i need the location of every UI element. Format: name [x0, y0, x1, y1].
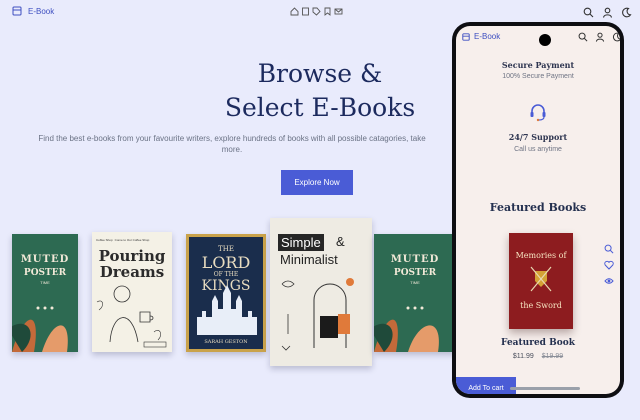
support-title: 24/7 Support — [508, 132, 568, 142]
cover-title-line2: the Sword — [520, 301, 562, 310]
tag-icon[interactable] — [312, 7, 321, 16]
secure-payment-title: Secure Payment — [501, 60, 575, 70]
moon-icon[interactable] — [612, 32, 620, 42]
leaf-illustration — [12, 306, 68, 352]
explore-now-button[interactable]: Explore Now — [281, 170, 353, 195]
book-icon[interactable] — [301, 7, 310, 16]
mobile-header-actions — [578, 32, 620, 42]
mobile-logo-text: E-Book — [474, 32, 501, 41]
sword-emblem-illustration — [530, 266, 552, 292]
secure-payment-subtitle: 100% Secure Payment — [502, 73, 574, 80]
search-icon[interactable] — [578, 32, 588, 42]
book-cover-pouring-dreams[interactable]: Come to Our Coffee Shop Coffee Shop Pour… — [92, 232, 172, 352]
header-actions — [583, 7, 632, 18]
heart-icon[interactable] — [604, 260, 614, 270]
main-nav — [290, 7, 343, 16]
bookmark-icon[interactable] — [323, 7, 332, 16]
support-subtitle: Call us anytime — [514, 146, 562, 153]
mail-icon[interactable] — [334, 7, 343, 16]
home-icon[interactable] — [290, 7, 299, 16]
eye-icon[interactable] — [604, 276, 614, 286]
book-cover-simple-minimalist[interactable]: Simple & Minimalist — [270, 218, 372, 366]
mobile-logo[interactable]: E-Book — [462, 32, 500, 41]
featured-book-cover[interactable]: Memories of the Sword — [509, 233, 573, 329]
book-cover-muted-poster[interactable]: MUTED POSTER TIME — [12, 234, 78, 352]
add-to-cart-button[interactable]: Add To cart — [456, 377, 516, 394]
book-icon — [462, 32, 470, 41]
logo-text: E-Book — [28, 6, 55, 16]
book-icon — [12, 6, 22, 16]
search-icon[interactable] — [583, 7, 594, 18]
leaf-illustration — [374, 306, 439, 352]
moon-icon[interactable] — [621, 7, 632, 18]
hero-title-line1: Browse & — [257, 59, 383, 88]
minimal-art-illustration — [281, 278, 354, 351]
featured-book-price: $11.99 — [512, 353, 534, 360]
user-icon[interactable] — [595, 32, 605, 42]
castle-illustration — [197, 285, 257, 335]
coffee-illustration — [96, 285, 167, 348]
book-cover-muted-poster-repeat[interactable]: MUTED POSTER TIME — [374, 234, 456, 352]
featured-book-name: Featured Book — [501, 338, 575, 348]
featured-book-prices: $11.99 $19.99 — [456, 353, 620, 360]
book-cover-lord-of-the-kings[interactable]: THE LORD OF THE KINGS SARAH GESTON — [186, 234, 266, 352]
book-author: SARAH GESTON — [204, 339, 248, 345]
site-logo[interactable]: E-Book — [12, 6, 54, 16]
mobile-screen: E-Book Secure Payment 100% Secure Paymen… — [456, 26, 620, 394]
hero-title-line2: Select E-Books — [224, 93, 416, 122]
home-indicator — [510, 387, 580, 390]
search-icon[interactable] — [604, 244, 614, 254]
user-icon[interactable] — [602, 7, 613, 18]
headset-icon — [528, 102, 548, 122]
mobile-preview-frame: E-Book Secure Payment 100% Secure Paymen… — [452, 22, 624, 398]
featured-book-old-price: $19.99 — [541, 353, 564, 360]
featured-books-heading: Featured Books — [489, 201, 587, 214]
hero-subtitle-line2: more. — [221, 145, 243, 154]
camera-notch — [539, 34, 551, 46]
